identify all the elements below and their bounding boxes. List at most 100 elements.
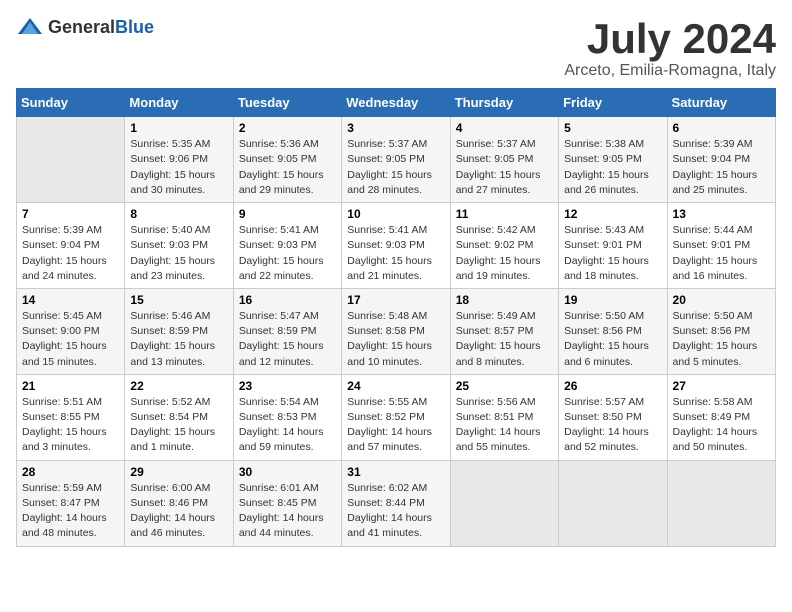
calendar-cell: 30Sunrise: 6:01 AMSunset: 8:45 PMDayligh… [233,460,341,546]
calendar-cell: 10Sunrise: 5:41 AMSunset: 9:03 PMDayligh… [342,203,450,289]
day-detail: Sunrise: 5:41 AMSunset: 9:03 PMDaylight:… [347,223,444,284]
day-detail: Sunrise: 5:55 AMSunset: 8:52 PMDaylight:… [347,395,444,456]
day-number: 6 [673,121,770,135]
calendar-cell: 28 Sunrise: 5:59 AMSunset: 8:47 PMDayligh… [17,460,125,546]
calendar-cell: 31 Sunrise: 6:02 AMSunset: 8:44 PMDayligh… [342,460,450,546]
day-detail: Sunrise: 5:48 AMSunset: 8:58 PMDaylight:… [347,309,444,370]
calendar-cell: 26Sunrise: 5:57 AMSunset: 8:50 PMDayligh… [559,374,667,460]
calendar-cell: 25Sunrise: 5:56 AMSunset: 8:51 PMDayligh… [450,374,558,460]
calendar-cell: 29 Sunrise: 6:00 AMSunset: 8:46 PMDayligh… [125,460,233,546]
day-detail: Sunrise: 5:35 AMSunset: 9:06 PMDaylight:… [130,137,227,198]
day-header-tuesday: Tuesday [233,89,341,117]
day-number: 22 [130,379,227,393]
day-number: 3 [347,121,444,135]
day-detail: Sunrise: 5:37 AMSunset: 9:05 PMDaylight:… [456,137,553,198]
calendar-cell: 6 Sunrise: 5:39 AMSunset: 9:04 PMDaylight… [667,117,775,203]
day-number: 2 [239,121,336,135]
day-number: 18 [456,293,553,307]
calendar-cell: 3Sunrise: 5:37 AMSunset: 9:05 PMDaylight… [342,117,450,203]
logo-text: GeneralBlue [48,17,154,38]
day-detail: Sunrise: 5:50 AMSunset: 8:56 PMDaylight:… [673,309,770,370]
day-header-saturday: Saturday [667,89,775,117]
calendar-cell: 11 Sunrise: 5:42 AMSunset: 9:02 PMDayligh… [450,203,558,289]
calendar-cell: 5 Sunrise: 5:38 AMSunset: 9:05 PMDaylight… [559,117,667,203]
calendar-cell: 27 Sunrise: 5:58 AMSunset: 8:49 PMDayligh… [667,374,775,460]
day-number: 12 [564,207,661,221]
day-detail: Sunrise: 5:39 AMSunset: 9:04 PMDaylight:… [22,223,119,284]
calendar-cell: 4Sunrise: 5:37 AMSunset: 9:05 PMDaylight… [450,117,558,203]
calendar-cell: 18Sunrise: 5:49 AMSunset: 8:57 PMDayligh… [450,288,558,374]
week-row-3: 14 Sunrise: 5:45 AMSunset: 9:00 PMDayligh… [17,288,776,374]
day-number: 29 [130,465,227,479]
day-detail: Sunrise: 5:44 AMSunset: 9:01 PMDaylight:… [673,223,770,284]
day-detail: Sunrise: 5:36 AMSunset: 9:05 PMDaylight:… [239,137,336,198]
calendar-cell: 1 Sunrise: 5:35 AMSunset: 9:06 PMDaylight… [125,117,233,203]
calendar-cell: 9Sunrise: 5:41 AMSunset: 9:03 PMDaylight… [233,203,341,289]
calendar-cell: 22 Sunrise: 5:52 AMSunset: 8:54 PMDayligh… [125,374,233,460]
day-number: 11 [456,207,553,221]
day-detail: Sunrise: 6:02 AMSunset: 8:44 PMDaylight:… [347,481,444,542]
calendar-cell: 7Sunrise: 5:39 AMSunset: 9:04 PMDaylight… [17,203,125,289]
day-detail: Sunrise: 5:57 AMSunset: 8:50 PMDaylight:… [564,395,661,456]
day-detail: Sunrise: 5:59 AMSunset: 8:47 PMDaylight:… [22,481,119,542]
day-detail: Sunrise: 5:38 AMSunset: 9:05 PMDaylight:… [564,137,661,198]
day-number: 5 [564,121,661,135]
day-number: 21 [22,379,119,393]
day-detail: Sunrise: 5:58 AMSunset: 8:49 PMDaylight:… [673,395,770,456]
logo-general: General [48,17,115,37]
day-detail: Sunrise: 5:50 AMSunset: 8:56 PMDaylight:… [564,309,661,370]
day-detail: Sunrise: 6:01 AMSunset: 8:45 PMDaylight:… [239,481,336,542]
week-row-2: 7Sunrise: 5:39 AMSunset: 9:04 PMDaylight… [17,203,776,289]
calendar-cell [450,460,558,546]
day-number: 8 [130,207,227,221]
day-number: 14 [22,293,119,307]
location-title: Arceto, Emilia-Romagna, Italy [564,62,776,80]
calendar-cell: 2 Sunrise: 5:36 AMSunset: 9:05 PMDaylight… [233,117,341,203]
month-title: July 2024 [564,16,776,62]
calendar-cell: 24Sunrise: 5:55 AMSunset: 8:52 PMDayligh… [342,374,450,460]
day-number: 1 [130,121,227,135]
calendar-cell [667,460,775,546]
calendar-cell: 20 Sunrise: 5:50 AMSunset: 8:56 PMDayligh… [667,288,775,374]
day-header-wednesday: Wednesday [342,89,450,117]
calendar-cell: 12Sunrise: 5:43 AMSunset: 9:01 PMDayligh… [559,203,667,289]
day-detail: Sunrise: 5:45 AMSunset: 9:00 PMDaylight:… [22,309,119,370]
calendar-cell: 15 Sunrise: 5:46 AMSunset: 8:59 PMDayligh… [125,288,233,374]
day-number: 19 [564,293,661,307]
day-header-friday: Friday [559,89,667,117]
calendar-cell [17,117,125,203]
day-detail: Sunrise: 6:00 AMSunset: 8:46 PMDaylight:… [130,481,227,542]
day-number: 28 [22,465,119,479]
day-number: 9 [239,207,336,221]
week-row-4: 21Sunrise: 5:51 AMSunset: 8:55 PMDayligh… [17,374,776,460]
page-header: GeneralBlue July 2024 Arceto, Emilia-Rom… [16,16,776,80]
day-number: 25 [456,379,553,393]
day-number: 31 [347,465,444,479]
day-header-thursday: Thursday [450,89,558,117]
day-detail: Sunrise: 5:46 AMSunset: 8:59 PMDaylight:… [130,309,227,370]
day-number: 16 [239,293,336,307]
calendar-cell: 23Sunrise: 5:54 AMSunset: 8:53 PMDayligh… [233,374,341,460]
day-header-monday: Monday [125,89,233,117]
day-number: 27 [673,379,770,393]
calendar-cell [559,460,667,546]
week-row-1: 1 Sunrise: 5:35 AMSunset: 9:06 PMDaylight… [17,117,776,203]
week-row-5: 28 Sunrise: 5:59 AMSunset: 8:47 PMDayligh… [17,460,776,546]
day-number: 15 [130,293,227,307]
day-number: 20 [673,293,770,307]
title-area: July 2024 Arceto, Emilia-Romagna, Italy [564,16,776,80]
day-number: 17 [347,293,444,307]
calendar-cell: 8 Sunrise: 5:40 AMSunset: 9:03 PMDaylight… [125,203,233,289]
calendar-cell: 16Sunrise: 5:47 AMSunset: 8:59 PMDayligh… [233,288,341,374]
day-detail: Sunrise: 5:40 AMSunset: 9:03 PMDaylight:… [130,223,227,284]
days-header-row: SundayMondayTuesdayWednesdayThursdayFrid… [17,89,776,117]
day-detail: Sunrise: 5:42 AMSunset: 9:02 PMDaylight:… [456,223,553,284]
day-detail: Sunrise: 5:52 AMSunset: 8:54 PMDaylight:… [130,395,227,456]
day-header-sunday: Sunday [17,89,125,117]
day-number: 13 [673,207,770,221]
calendar-cell: 21Sunrise: 5:51 AMSunset: 8:55 PMDayligh… [17,374,125,460]
day-detail: Sunrise: 5:39 AMSunset: 9:04 PMDaylight:… [673,137,770,198]
logo: GeneralBlue [16,16,154,38]
calendar-cell: 17 Sunrise: 5:48 AMSunset: 8:58 PMDayligh… [342,288,450,374]
calendar-cell: 14 Sunrise: 5:45 AMSunset: 9:00 PMDayligh… [17,288,125,374]
